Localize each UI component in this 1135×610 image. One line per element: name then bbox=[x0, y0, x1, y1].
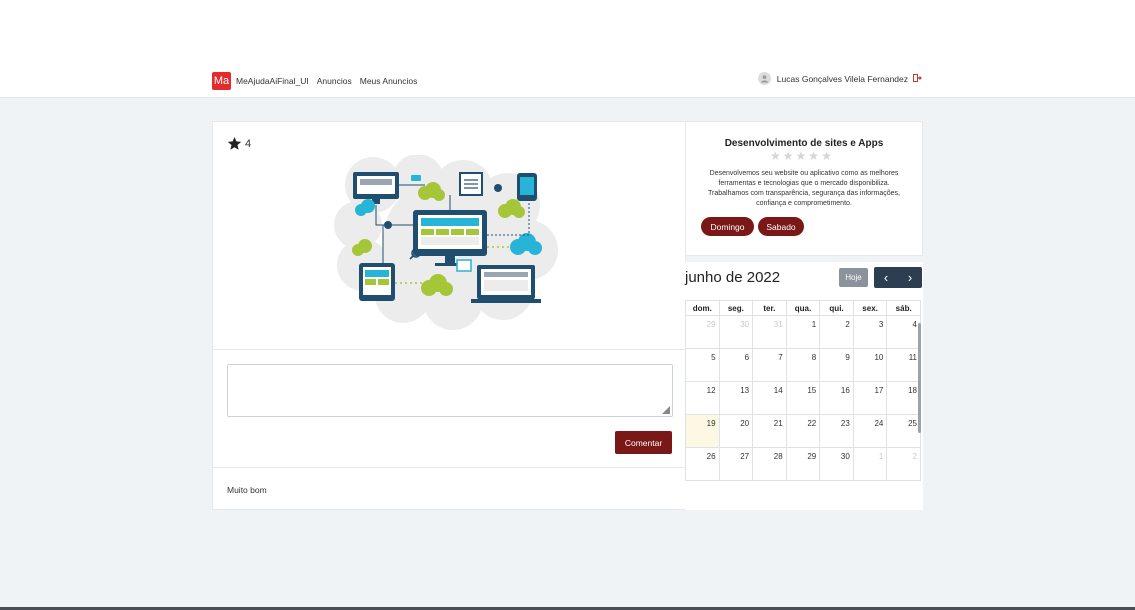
calendar-day-cell[interactable]: 14 bbox=[752, 381, 787, 415]
weekday-header: dom. bbox=[685, 300, 720, 316]
calendar-day-cell[interactable]: 1 bbox=[852, 447, 888, 481]
calendar-day-cell[interactable]: 30 bbox=[819, 447, 854, 481]
calendar-day-cell[interactable]: 17 bbox=[852, 381, 888, 415]
weekday-header: seg. bbox=[718, 300, 754, 316]
calendar-day-cell[interactable]: 30 bbox=[718, 315, 754, 349]
web-development-illustration bbox=[334, 155, 558, 330]
day-badge-domingo[interactable]: Domingo bbox=[701, 217, 754, 236]
day-badge-sabado[interactable]: Sabado bbox=[758, 217, 804, 236]
nav-link-meus-anuncios[interactable]: Meus Anuncios bbox=[360, 76, 418, 86]
star-icon[interactable]: ★ bbox=[770, 150, 781, 162]
calendar-day-cell[interactable]: 15 bbox=[785, 381, 821, 415]
calendar-day-cell[interactable]: 2 bbox=[886, 447, 921, 481]
calendar-day-cell[interactable]: 20 bbox=[718, 414, 754, 448]
calendar: junho de 2022 Hoje ‹ › dom. seg. ter. qu… bbox=[685, 262, 923, 510]
calendar-day-cell[interactable]: 4 bbox=[886, 315, 921, 349]
listing-image-card: 4 bbox=[212, 121, 686, 350]
brand-name-link[interactable]: MeAjudaAiFinal_UI bbox=[236, 76, 309, 86]
star-icon[interactable]: ★ bbox=[808, 150, 819, 162]
calendar-scrollbar[interactable] bbox=[918, 323, 921, 433]
comment-item: Muito bom bbox=[227, 485, 267, 495]
calendar-day-cell[interactable]: 13 bbox=[718, 381, 754, 415]
weekday-header: sex. bbox=[852, 300, 888, 316]
calendar-day-cell[interactable]: 3 bbox=[852, 315, 888, 349]
user-menu[interactable]: Lucas Gonçalves Vilela Fernandez bbox=[757, 72, 922, 85]
user-icon bbox=[760, 75, 768, 83]
calendar-week-row: 26 27 28 29 30 1 2 bbox=[685, 447, 921, 481]
calendar-grid: dom. seg. ter. qua. qui. sex. sáb. 29 30… bbox=[685, 300, 921, 481]
chevron-left-icon[interactable]: ‹ bbox=[874, 267, 898, 288]
nav-link-anuncios[interactable]: Anuncios bbox=[317, 76, 352, 86]
calendar-day-cell[interactable]: 5 bbox=[685, 348, 720, 382]
calendar-day-cell[interactable]: 26 bbox=[685, 447, 720, 481]
comment-textarea[interactable] bbox=[227, 364, 673, 417]
calendar-week-row: 19 20 21 22 23 24 25 bbox=[685, 414, 921, 448]
listing-info-card: Desenvolvimento de sites e Apps ★ ★ ★ ★ … bbox=[685, 121, 923, 256]
listing-description: Desenvolvemos seu website ou aplicativo … bbox=[708, 170, 900, 207]
resize-handle-icon[interactable] bbox=[662, 406, 670, 414]
comment-button[interactable]: Comentar bbox=[615, 431, 672, 454]
calendar-day-cell[interactable]: 18 bbox=[886, 381, 921, 415]
brand-logo[interactable]: Ma bbox=[212, 72, 231, 90]
chevron-right-icon[interactable]: › bbox=[898, 267, 922, 288]
calendar-day-cell[interactable]: 24 bbox=[852, 414, 888, 448]
calendar-day-cell[interactable]: 7 bbox=[752, 348, 787, 382]
calendar-day-cell-today[interactable]: 19 bbox=[685, 414, 720, 448]
comment-form-card: Comentar bbox=[212, 349, 686, 468]
weekday-header: qui. bbox=[819, 300, 854, 316]
calendar-week-row: 5 6 7 8 9 10 11 bbox=[685, 348, 921, 382]
calendar-day-cell[interactable]: 2 bbox=[819, 315, 854, 349]
calendar-week-row: 12 13 14 15 16 17 18 bbox=[685, 381, 921, 415]
weekday-header: ter. bbox=[752, 300, 787, 316]
calendar-nav: ‹ › bbox=[874, 267, 922, 288]
calendar-day-cell[interactable]: 6 bbox=[718, 348, 754, 382]
calendar-day-cell[interactable]: 23 bbox=[819, 414, 854, 448]
calendar-day-cell[interactable]: 29 bbox=[685, 315, 720, 349]
listing-title: Desenvolvimento de sites e Apps bbox=[724, 138, 884, 149]
weekday-header: sáb. bbox=[886, 300, 921, 316]
calendar-week-row: 29 30 31 1 2 3 4 bbox=[685, 315, 921, 349]
rating-stars[interactable]: ★ ★ ★ ★ ★ bbox=[770, 150, 834, 162]
calendar-day-cell[interactable]: 12 bbox=[685, 381, 720, 415]
calendar-day-cell[interactable]: 27 bbox=[718, 447, 754, 481]
weekday-header-row: dom. seg. ter. qua. qui. sex. sáb. bbox=[685, 300, 921, 316]
rating-value: 4 bbox=[245, 137, 252, 150]
avatar bbox=[757, 72, 771, 85]
rating: 4 bbox=[227, 136, 251, 151]
calendar-title: junho de 2022 bbox=[685, 269, 781, 286]
calendar-day-cell[interactable]: 1 bbox=[785, 315, 821, 349]
logout-icon[interactable] bbox=[913, 73, 922, 84]
calendar-day-cell[interactable]: 11 bbox=[886, 348, 921, 382]
calendar-day-cell[interactable]: 28 bbox=[752, 447, 787, 481]
calendar-day-cell[interactable]: 31 bbox=[752, 315, 787, 349]
calendar-day-cell[interactable]: 22 bbox=[785, 414, 821, 448]
calendar-day-cell[interactable]: 8 bbox=[785, 348, 821, 382]
calendar-day-cell[interactable]: 10 bbox=[852, 348, 888, 382]
star-icon[interactable]: ★ bbox=[783, 150, 794, 162]
star-icon[interactable]: ★ bbox=[821, 150, 832, 162]
star-icon[interactable]: ★ bbox=[796, 150, 807, 162]
today-button[interactable]: Hoje bbox=[839, 268, 868, 287]
calendar-day-cell[interactable]: 16 bbox=[819, 381, 854, 415]
comments-list: Muito bom bbox=[212, 467, 686, 510]
user-name: Lucas Gonçalves Vilela Fernandez bbox=[776, 73, 908, 84]
calendar-day-cell[interactable]: 9 bbox=[819, 348, 854, 382]
star-icon bbox=[227, 136, 242, 150]
weekday-header: qua. bbox=[785, 300, 821, 316]
calendar-day-cell[interactable]: 21 bbox=[752, 414, 787, 448]
navbar: Ma MeAjudaAiFinal_UI Anuncios Meus Anunc… bbox=[212, 71, 924, 91]
calendar-day-cell[interactable]: 29 bbox=[785, 447, 821, 481]
calendar-day-cell[interactable]: 25 bbox=[886, 414, 921, 448]
